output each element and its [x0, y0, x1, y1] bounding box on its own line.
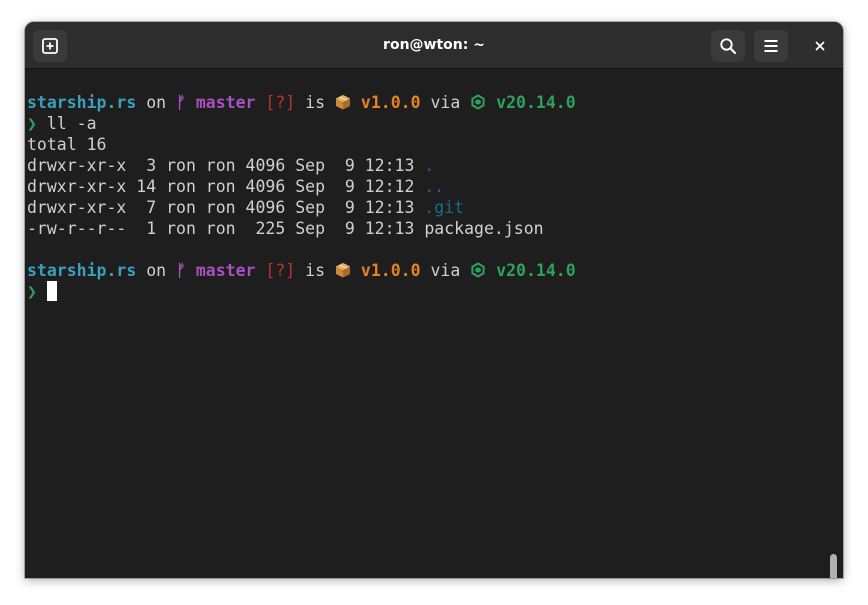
listing-row: -rw-r--r-- 1 ron ron 225 Sep 9 12:13 pac… [27, 218, 544, 239]
prompt-arrow: ❯ [27, 282, 37, 301]
listing-meta: drwxr-xr-x 3 ron ron 4096 Sep 9 12:13 [27, 156, 415, 175]
listing-row: drwxr-xr-x 7 ron ron 4096 Sep 9 12:13 .g… [27, 197, 464, 218]
package-box-icon [335, 95, 350, 110]
headerbar: ron@wton: ~ [25, 22, 843, 69]
nodejs-hexagon-icon [471, 94, 485, 110]
prompt-on: on [146, 93, 167, 112]
listing-name: .. [424, 177, 445, 196]
listing-name: package.json [424, 219, 544, 238]
listing-meta: -rw-r--r-- 1 ron ron 225 Sep 9 12:13 [27, 219, 415, 238]
window-title: ron@wton: ~ [383, 37, 485, 53]
prompt-is: is [305, 261, 326, 280]
package-box-icon [335, 263, 350, 278]
prompt-via: via [430, 261, 461, 280]
search-icon [720, 38, 737, 55]
prompt-on: on [146, 261, 167, 280]
main-menu-button[interactable] [754, 30, 788, 62]
close-icon [815, 41, 825, 51]
terminal-view[interactable]: starship.rs on ᚠ master [?] is v1.0.0 vi… [25, 70, 843, 578]
scrollbar-thumb[interactable] [830, 554, 837, 578]
output-total: total 16 [27, 135, 107, 154]
listing-row: drwxr-xr-x 3 ron ron 4096 Sep 9 12:13 . [27, 155, 434, 176]
terminal-window: ron@wton: ~ starship.rs on ᚠ master [?] … [25, 22, 843, 578]
prompt-arrow: ❯ [27, 114, 37, 133]
listing-meta: drwxr-xr-x 14 ron ron 4096 Sep 9 12:12 [27, 177, 415, 196]
prompt-node-version: v20.14.0 [496, 93, 576, 112]
close-button[interactable] [806, 32, 834, 60]
prompt-git-status: [?] [265, 261, 296, 280]
listing-name: . [424, 156, 435, 175]
new-tab-button[interactable] [33, 30, 67, 62]
listing-row: drwxr-xr-x 14 ron ron 4096 Sep 9 12:12 .… [27, 176, 444, 197]
listing-name: .git [424, 198, 465, 217]
prompt-line: starship.rs on ᚠ master [?] is v1.0.0 vi… [27, 260, 576, 281]
search-button[interactable] [711, 30, 745, 62]
input-line[interactable]: ❯ [27, 281, 57, 302]
prompt-line: starship.rs on ᚠ master [?] is v1.0.0 vi… [27, 92, 576, 113]
prompt-node-version: v20.14.0 [496, 261, 576, 280]
prompt-directory: starship.rs [27, 93, 137, 112]
listing-meta: drwxr-xr-x 7 ron ron 4096 Sep 9 12:13 [27, 198, 415, 217]
command-line: ❯ ll -a [27, 113, 97, 134]
git-branch-icon: ᚠ [176, 93, 186, 112]
new-tab-icon [42, 38, 58, 54]
text-cursor [46, 281, 57, 301]
prompt-directory: starship.rs [27, 261, 137, 280]
command-text: ll -a [46, 114, 97, 133]
nodejs-hexagon-icon [471, 262, 485, 278]
prompt-package-version: v1.0.0 [360, 261, 421, 280]
prompt-branch: master [195, 261, 256, 280]
prompt-package-version: v1.0.0 [360, 93, 421, 112]
prompt-branch: master [195, 93, 256, 112]
git-branch-icon: ᚠ [176, 261, 186, 280]
hamburger-menu-icon [764, 40, 778, 52]
prompt-via: via [430, 93, 461, 112]
prompt-is: is [305, 93, 326, 112]
prompt-git-status: [?] [265, 93, 296, 112]
